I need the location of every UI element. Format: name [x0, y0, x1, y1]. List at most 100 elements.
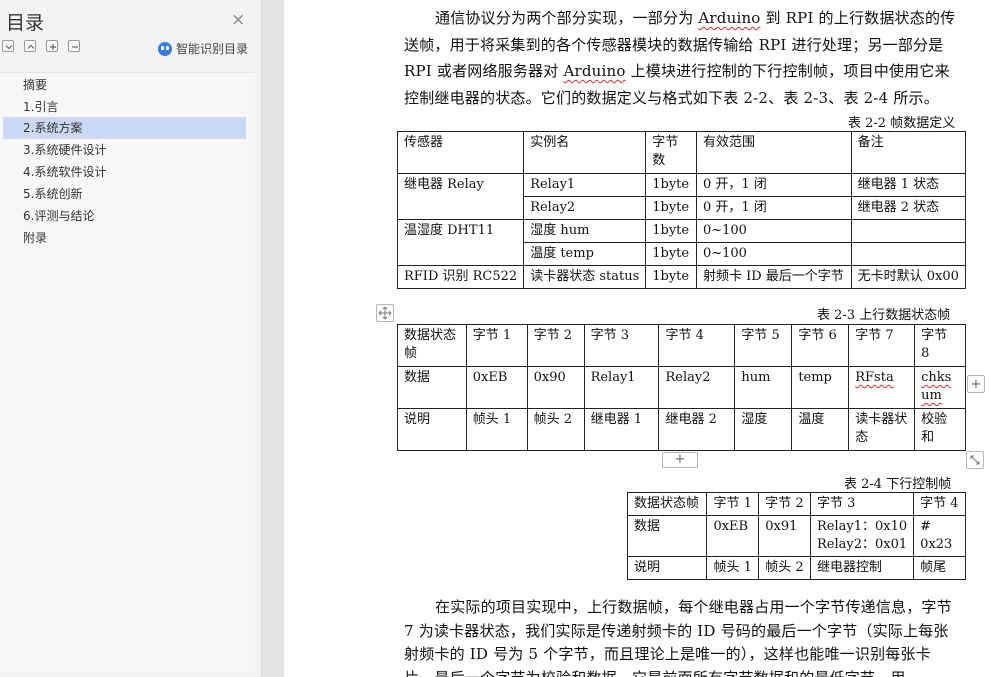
- table-header-cell[interactable]: 数据状态帧: [626, 492, 708, 516]
- table-cell[interactable]: 温湿度 DHT11: [396, 219, 525, 266]
- toc-item-evaluation[interactable]: 6.评测与结论: [3, 205, 246, 227]
- table-header-cell[interactable]: 字节 8: [914, 324, 966, 367]
- table-header-cell[interactable]: 字节 6: [791, 324, 850, 367]
- table-cell[interactable]: 无卡时默认 0x00: [850, 265, 967, 289]
- table-cell[interactable]: 1byte: [645, 219, 697, 243]
- table-header-cell[interactable]: 字节数: [645, 131, 697, 174]
- smart-toc-button[interactable]: 智能识别目录: [158, 40, 248, 57]
- smart-toc-label: 智能识别目录: [176, 42, 249, 56]
- table-cell[interactable]: 1byte: [645, 265, 697, 289]
- table-cell[interactable]: 0x91: [758, 515, 812, 557]
- collapse-all-icon[interactable]: [24, 40, 36, 52]
- table-cell[interactable]: Relay2: [658, 366, 736, 409]
- table-cell[interactable]: 数据: [626, 515, 708, 557]
- table-cell[interactable]: 继电器 2: [658, 408, 736, 451]
- table-cell[interactable]: 帧头 1: [706, 556, 760, 580]
- add-column-button[interactable]: +: [967, 375, 985, 393]
- table-cell[interactable]: 帧头 1: [465, 408, 528, 451]
- table-header-cell[interactable]: 字节 7: [848, 324, 916, 367]
- table-cell[interactable]: 射频卡 ID 最后一个字节: [695, 265, 852, 289]
- table-cell[interactable]: 校验和: [914, 408, 966, 451]
- table-cell[interactable]: hum: [734, 366, 793, 409]
- table-cell[interactable]: 读卡器状态 status: [523, 265, 647, 289]
- remove-heading-icon[interactable]: [68, 40, 80, 52]
- table-header-cell[interactable]: 字节 3: [583, 324, 660, 367]
- frame-definition-table[interactable]: 传感器 实例名 字节数 有效范围 备注 继电器 Relay Relay1 1by…: [396, 131, 967, 289]
- table-cell[interactable]: 0x90: [526, 366, 585, 409]
- table-cell[interactable]: 继电器 2 状态: [850, 196, 967, 220]
- table-move-handle-icon[interactable]: [376, 304, 394, 322]
- table-cell[interactable]: 数据: [397, 366, 467, 409]
- table-cell[interactable]: 0xEB: [465, 366, 528, 409]
- table-cell[interactable]: Relay1: [583, 366, 660, 409]
- table-cell[interactable]: 继电器 1: [583, 408, 660, 451]
- table-cell[interactable]: 0 开，1 闭: [695, 173, 852, 197]
- table-cell[interactable]: 帧尾: [913, 556, 966, 580]
- table-cell[interactable]: 帧头 2: [758, 556, 812, 580]
- table-cell[interactable]: 0xEB: [706, 515, 760, 557]
- table-cell[interactable]: 0~100: [695, 242, 852, 266]
- table-header-cell[interactable]: 字节 4: [913, 492, 966, 516]
- table-cell[interactable]: 继电器 1 状态: [850, 173, 967, 197]
- table-header-cell[interactable]: 字节 5: [734, 324, 793, 367]
- body-paragraph[interactable]: 在实际的项目实现中，上行数据帧，每个继电器占用一个字节传递信息，字节 7 为读卡…: [404, 596, 960, 677]
- table-cell[interactable]: 温度: [791, 408, 850, 451]
- table-cell[interactable]: chksum: [914, 366, 966, 409]
- toc-item-appendix[interactable]: 附录: [3, 227, 246, 249]
- table-cell[interactable]: Relay1：0x10 Relay2：0x01: [810, 515, 915, 557]
- table-cell[interactable]: 帧头 2: [526, 408, 585, 451]
- table-row: 温湿度 DHT11 湿度 hum 1byte 0~100: [396, 219, 967, 266]
- table-cell[interactable]: 湿度: [734, 408, 793, 451]
- table-cell[interactable]: 继电器控制: [810, 556, 915, 580]
- table-cell[interactable]: temp: [791, 366, 850, 409]
- table-cell[interactable]: 1byte: [645, 173, 697, 197]
- table-header-cell[interactable]: 备注: [850, 131, 967, 174]
- table-header-cell[interactable]: 字节 2: [758, 492, 812, 516]
- table-cell[interactable]: 温度 temp: [523, 242, 647, 266]
- table-cell[interactable]: [850, 219, 967, 243]
- table-cell[interactable]: Relay2: [523, 196, 647, 220]
- table-cell[interactable]: 说明: [626, 556, 708, 580]
- table-2-2-caption: 表 2-2 帧数据定义: [848, 116, 956, 131]
- table-cell[interactable]: 湿度 hum: [523, 219, 647, 243]
- table-row: 说明 帧头 1 帧头 2 继电器 1 继电器 2 湿度 温度 读卡器状态 校验和: [397, 408, 966, 451]
- table-cell[interactable]: 0 开，1 闭: [695, 196, 852, 220]
- table-cell[interactable]: 1byte: [645, 242, 697, 266]
- downlink-frame-table[interactable]: 数据状态帧 字节 1 字节 2 字节 3 字节 4 数据 0xEB 0x91 R…: [626, 492, 966, 580]
- uplink-frame-table[interactable]: 数据状态帧 字节 1 字节 2 字节 3 字节 4 字节 5 字节 6 字节 7…: [397, 324, 966, 451]
- toc-item-intro[interactable]: 1.引言: [3, 96, 246, 118]
- table-header-cell[interactable]: 数据状态帧: [397, 324, 467, 367]
- table-cell[interactable]: RFID 识别 RC522: [396, 265, 525, 289]
- table-cell[interactable]: 说明: [397, 408, 467, 451]
- table-header-cell[interactable]: 实例名: [523, 131, 647, 174]
- document-page[interactable]: 通信协议分为两个部分实现，一部分为 Arduino 到 RPI 的上行数据状态的…: [284, 0, 989, 677]
- table-header-cell[interactable]: 字节 3: [810, 492, 915, 516]
- table-cell[interactable]: # 0x23: [913, 515, 966, 557]
- table-cell[interactable]: [850, 242, 967, 266]
- intro-paragraph[interactable]: 通信协议分为两个部分实现，一部分为 Arduino 到 RPI 的上行数据状态的…: [404, 5, 960, 111]
- toc-item-abstract[interactable]: 摘要: [3, 74, 246, 96]
- table-header-cell[interactable]: 字节 4: [658, 324, 736, 367]
- table-header-cell[interactable]: 传感器: [396, 131, 525, 174]
- add-heading-icon[interactable]: [46, 40, 58, 52]
- resize-table-icon[interactable]: [966, 451, 984, 469]
- table-cell[interactable]: 0~100: [695, 219, 852, 243]
- table-cell[interactable]: 读卡器状态: [848, 408, 916, 451]
- table-cell[interactable]: Relay1: [523, 173, 647, 197]
- close-sidebar-button[interactable]: ×: [231, 10, 245, 30]
- table-header-cell[interactable]: 字节 1: [706, 492, 760, 516]
- table-cell[interactable]: RFsta: [848, 366, 916, 409]
- table-header-cell[interactable]: 字节 1: [465, 324, 528, 367]
- table-header-cell[interactable]: 有效范围: [695, 131, 852, 174]
- table-cell[interactable]: 继电器 Relay: [396, 173, 525, 220]
- toc-item-innovation[interactable]: 5.系统创新: [3, 183, 246, 205]
- add-row-button[interactable]: +: [662, 452, 698, 468]
- toc-item-software[interactable]: 4.系统软件设计: [3, 161, 246, 183]
- table-header-cell[interactable]: 字节 2: [526, 324, 585, 367]
- table-cell[interactable]: 1byte: [645, 196, 697, 220]
- para-text: 通信协议分为两个部分实现，一部分为: [435, 9, 699, 27]
- cell-line: Relay2：0x01: [817, 537, 908, 552]
- toc-item-hardware[interactable]: 3.系统硬件设计: [3, 139, 246, 161]
- toc-item-system-plan[interactable]: 2.系统方案: [3, 117, 246, 139]
- expand-all-icon[interactable]: [2, 40, 14, 52]
